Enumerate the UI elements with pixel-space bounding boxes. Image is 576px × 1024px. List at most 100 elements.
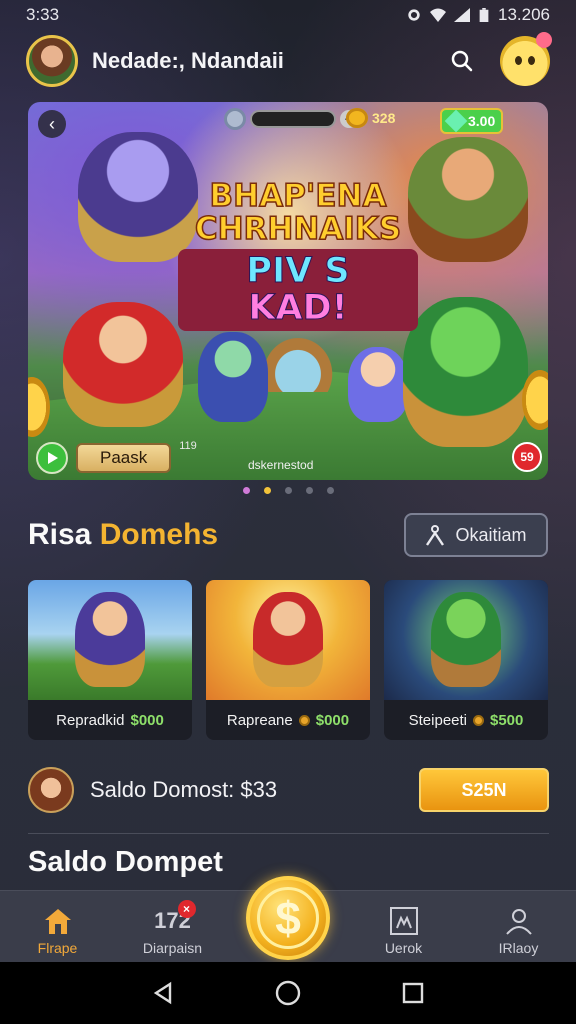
saldo-avatar <box>28 767 74 813</box>
item-cards: Repradkid $000 Rapreane $000 Steipeeti $… <box>28 580 549 740</box>
section-header: Risa Domehs Okaitiam <box>28 512 548 558</box>
play-icon <box>48 452 58 464</box>
frame-face-icon <box>387 906 421 936</box>
system-nav <box>0 962 576 1024</box>
flower-icon <box>536 32 552 48</box>
dollar-coin-button[interactable]: $ <box>246 876 330 960</box>
profile-icon <box>502 906 536 936</box>
play-label-button[interactable]: Paask <box>76 443 172 473</box>
card-character <box>431 592 501 687</box>
coin-icon <box>298 714 310 726</box>
banner-title: BHAP'ENA CHRHNAIKS PIV S KAD! <box>178 178 418 331</box>
carousel-dot[interactable] <box>242 487 250 494</box>
nav-label-frame: Uerok <box>384 940 423 956</box>
hero-green-brute <box>403 297 528 447</box>
nav-item-home[interactable]: Flrape <box>0 906 115 956</box>
hud-gems[interactable]: 3.00 <box>440 108 504 134</box>
card-character <box>253 592 323 687</box>
banner-title-line3a: PIV S <box>246 251 350 292</box>
home-icon <box>41 906 75 936</box>
card-character <box>75 592 145 687</box>
gem-icon <box>444 109 468 133</box>
status-icons: 13.206 <box>406 5 550 25</box>
status-time: 3:33 <box>26 5 60 24</box>
nav-item-counter[interactable]: 172 × Diarpaisn <box>115 900 230 956</box>
banner-title-line1: BHAP'ENA <box>209 178 387 214</box>
recents-button[interactable] <box>398 978 428 1008</box>
hud-gold: 328 <box>346 108 395 128</box>
app-header: Nedade:, Ndandaii <box>0 32 576 90</box>
hud-progress: + <box>224 108 358 130</box>
status-bar: 3:33 13.206 <box>0 0 576 30</box>
banner-badge[interactable]: 59 <box>512 442 542 472</box>
hud-gold-value: 328 <box>372 110 396 126</box>
item-card[interactable]: Repradkid $000 <box>28 580 192 740</box>
header-title: Nedade:, Ndandaii <box>92 48 284 73</box>
card-price: $000 <box>130 711 164 729</box>
play-number: 119 <box>179 440 197 452</box>
card-name: Steipeeti <box>408 711 467 729</box>
dollar-icon: $ <box>257 887 319 949</box>
nav-item-frame[interactable]: Uerok <box>346 906 461 956</box>
play-button[interactable] <box>36 442 68 474</box>
chevron-left-icon: ‹ <box>49 113 55 134</box>
card-name: Repradkid <box>56 711 125 729</box>
card-image <box>28 580 192 700</box>
card-price: $000 <box>315 711 350 729</box>
user-avatar[interactable] <box>26 35 78 87</box>
banner-back-button[interactable]: ‹ <box>38 110 66 138</box>
fountain-illustration <box>258 332 338 392</box>
back-button[interactable] <box>148 978 178 1008</box>
banner-caption: dskernestod <box>248 458 314 472</box>
mascot-icon[interactable] <box>500 32 552 86</box>
home-button[interactable] <box>273 978 303 1008</box>
gear-icon <box>224 108 246 130</box>
section-title-part1: Risa <box>28 518 100 551</box>
card-name: Rapreane <box>226 711 293 729</box>
banner-title-line3: PIV S KAD! <box>178 249 418 331</box>
hero-blue-goblin <box>198 332 268 422</box>
section-title-part2: Domehs <box>99 518 219 551</box>
carousel-dot-active[interactable] <box>263 487 271 494</box>
carousel-dot[interactable] <box>284 487 292 494</box>
coin-icon <box>473 714 484 726</box>
hero-red-knight <box>63 302 183 427</box>
card-price: $500 <box>490 711 524 729</box>
carousel-dots <box>0 487 576 494</box>
carousel-dot[interactable] <box>326 487 334 494</box>
card-footer: Steipeeti $500 <box>384 700 548 740</box>
section-action-label: Okaitiam <box>455 524 527 545</box>
saldo-row: Saldo Domost: $33 S25N <box>28 762 549 818</box>
saldo-heading: Saldo Dompet <box>28 846 223 878</box>
gold-icon <box>346 108 368 128</box>
card-footer: Rapreane $000 <box>206 700 370 740</box>
battery-icon <box>479 8 489 22</box>
item-card[interactable]: Rapreane $000 <box>206 580 370 740</box>
battery-text: 13.206 <box>498 5 550 24</box>
hud-gems-value: 3.00 <box>468 113 496 129</box>
item-card[interactable]: Steipeeti $500 <box>384 580 548 740</box>
section-action-button[interactable]: Okaitiam <box>404 513 548 557</box>
saldo-action-button[interactable]: S25N <box>419 768 549 812</box>
banner-title-line3b: KAD! <box>248 287 348 328</box>
carousel-dot[interactable] <box>305 487 313 494</box>
promo-banner[interactable]: ‹ + 328 3.00 BHAP'ENA CHRHNAIKS PIV S KA… <box>28 102 548 480</box>
play-controls: Paask 119 <box>36 440 197 474</box>
divider <box>28 833 549 834</box>
wifi-icon <box>430 8 446 22</box>
hud-progress-bar <box>250 110 336 128</box>
counter-icon: 172 × <box>154 900 196 936</box>
person-arrow-icon <box>426 525 445 546</box>
card-footer: Repradkid $000 <box>28 700 192 740</box>
hero-small-mage <box>348 347 408 422</box>
nav-item-profile[interactable]: IRlaoy <box>461 906 576 956</box>
search-button[interactable] <box>442 41 482 81</box>
card-image <box>206 580 370 700</box>
saldo-text: Saldo Domost: $33 <box>90 777 278 802</box>
section-title: Risa Domehs <box>28 518 218 552</box>
banner-title-line2: CHRHNAIKS <box>194 210 402 247</box>
back-triangle-icon <box>153 981 171 1005</box>
nav-label-counter: Diarpaisn <box>142 940 203 956</box>
home-circle-icon <box>275 980 301 1006</box>
nav-label-home: Flrape <box>37 940 78 956</box>
